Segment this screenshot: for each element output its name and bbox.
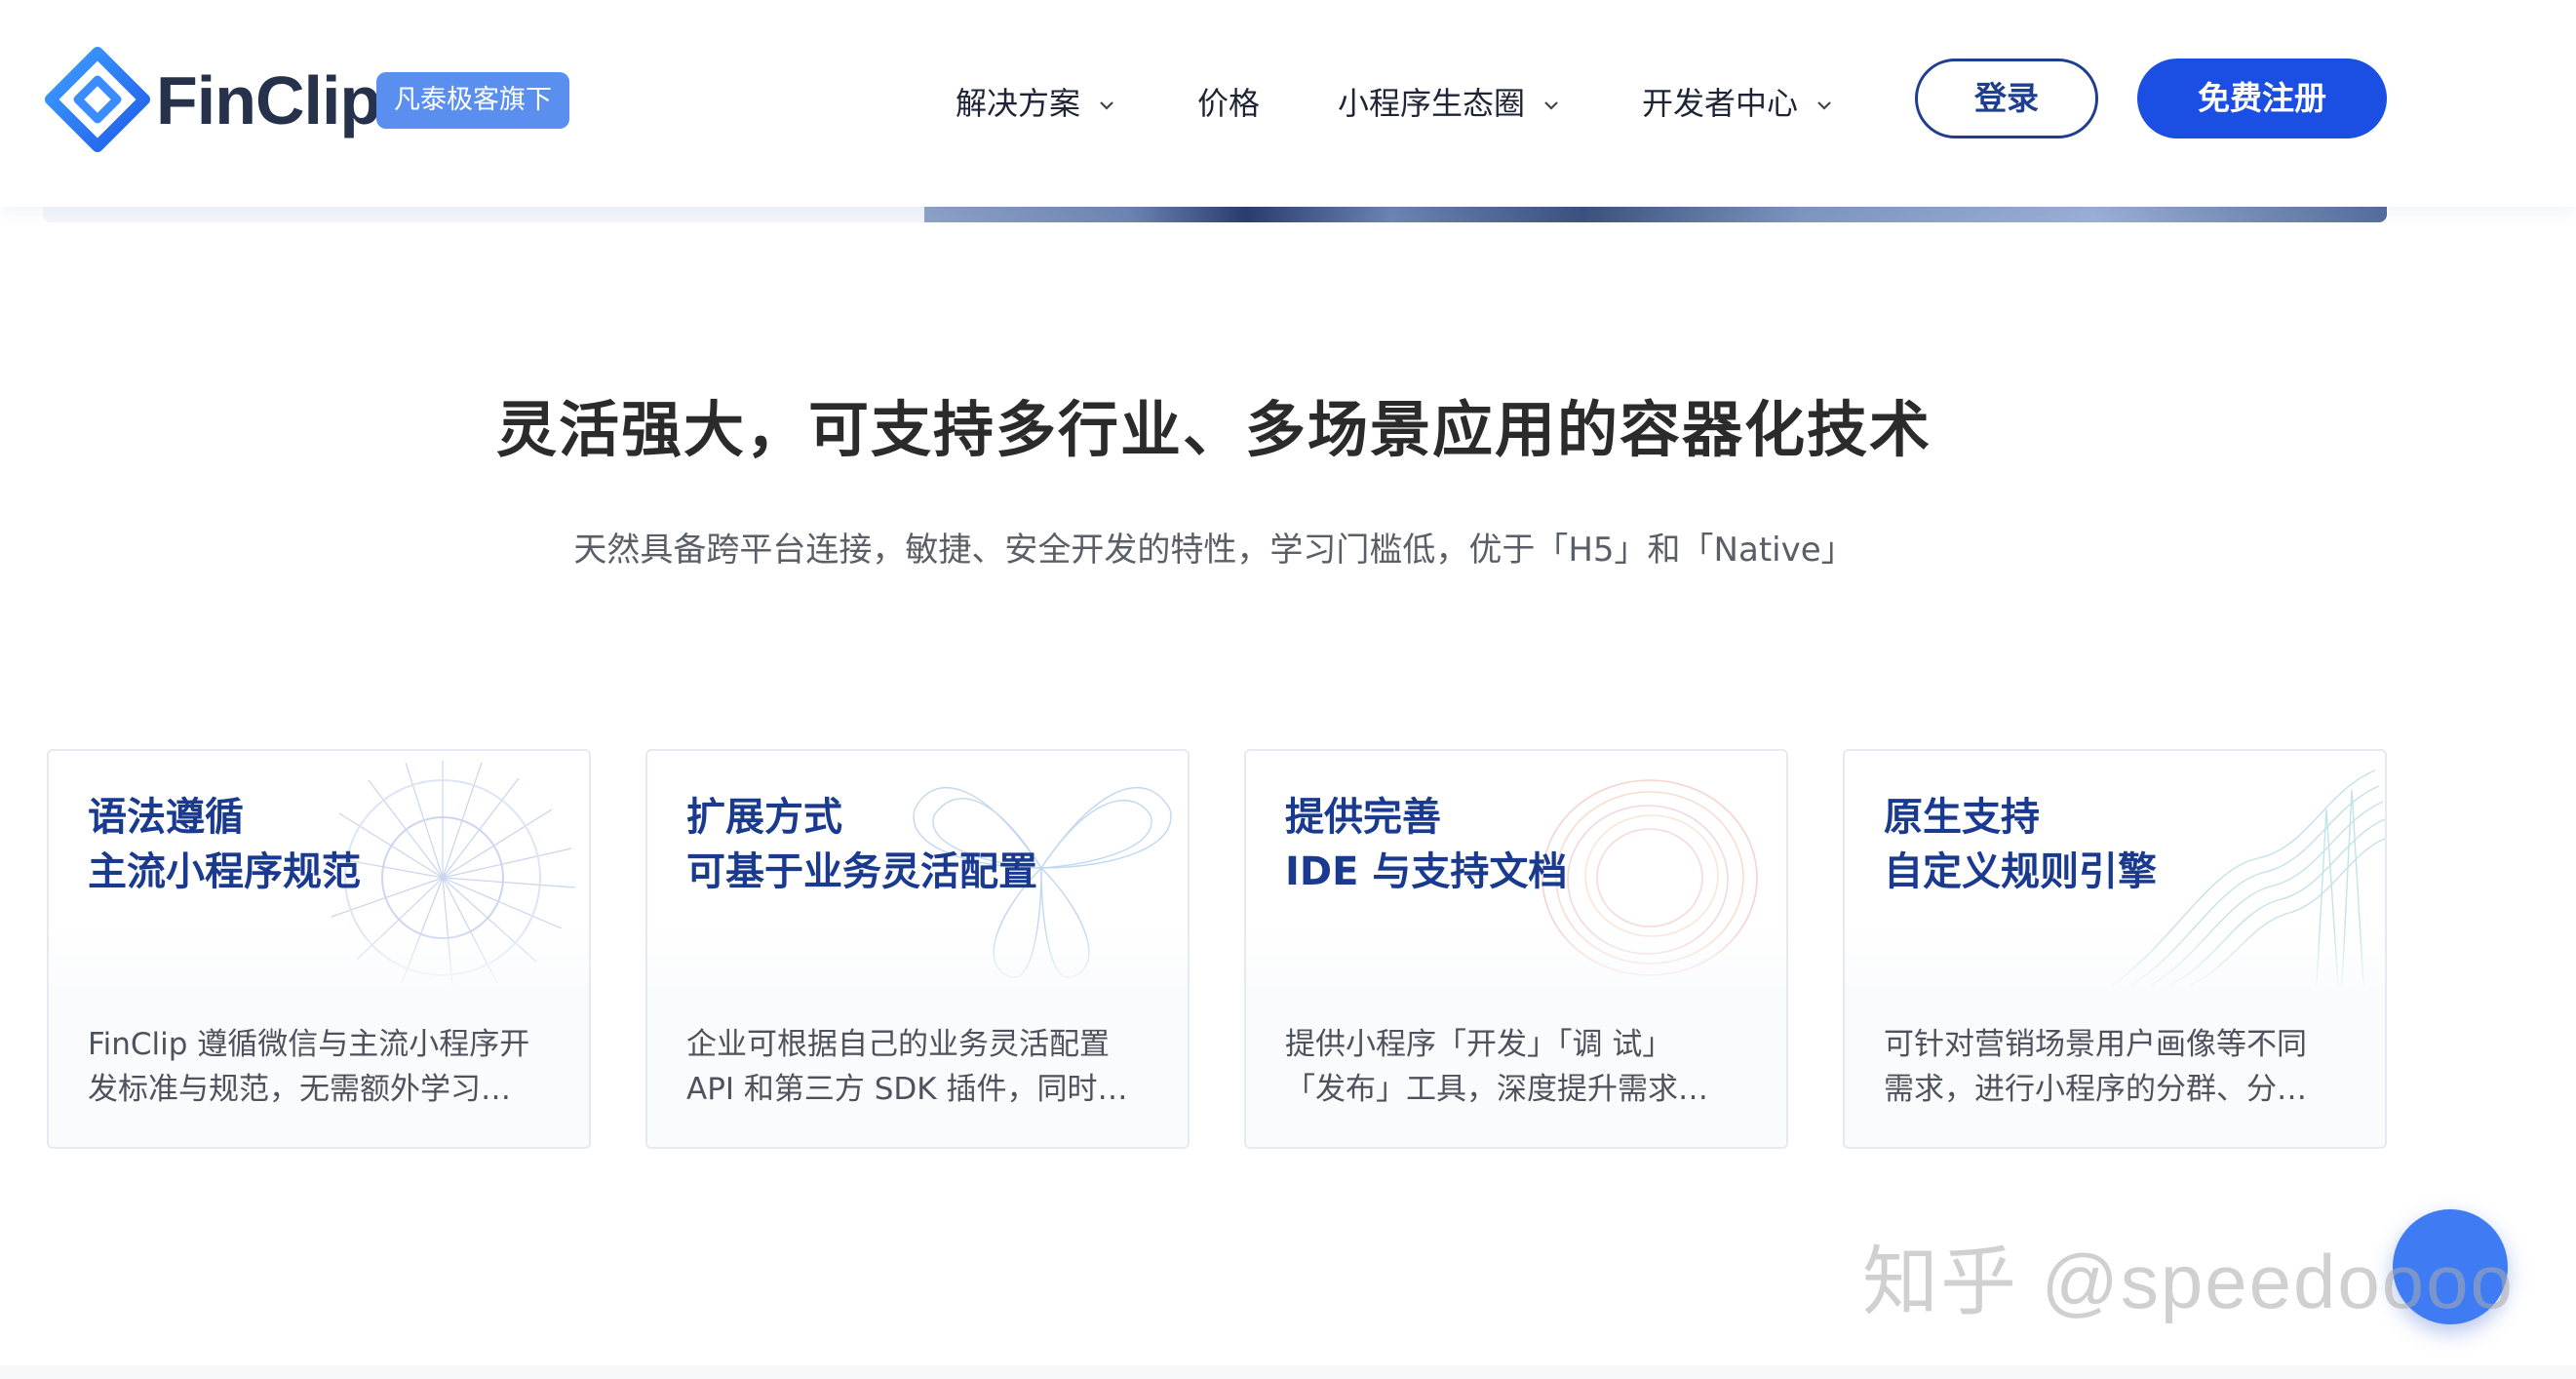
card-title: 提供完善 IDE 与支持文档: [1285, 790, 1567, 899]
chevron-down-icon: [1544, 101, 1558, 110]
feature-card-extension[interactable]: 扩展方式 可基于业务灵活配置 企业可根据自己的业务灵活配置 API 和第三方 S…: [645, 749, 1190, 1149]
card-desc-line: FinClip 遵循微信与主流小程序开: [88, 1027, 530, 1062]
card-description: 提供小程序「开发」「调 试」 「发布」工具，深度提升需求…: [1285, 1022, 1753, 1112]
finclip-logo-icon[interactable]: [45, 47, 150, 152]
card-desc-line: API 和第三方 SDK 插件，同时…: [686, 1072, 1128, 1107]
card-desc-line: 发标准与规范，无需额外学习…: [88, 1072, 511, 1107]
card-title-line: 原生支持: [1884, 795, 2040, 840]
nav-item-label: 小程序生态圈: [1338, 85, 1526, 122]
card-title-line: 扩展方式: [686, 795, 842, 840]
card-title: 扩展方式 可基于业务灵活配置: [686, 790, 1037, 899]
nav-item-label: 价格: [1197, 85, 1261, 122]
feature-card-rule-engine[interactable]: 原生支持 自定义规则引擎 可针对营销场景用户画像等不同 需求，进行小程序的分群、…: [1843, 749, 2387, 1149]
card-title: 原生支持 自定义规则引擎: [1884, 790, 2157, 899]
card-title-line: 可基于业务灵活配置: [686, 849, 1037, 894]
card-desc-line: 提供小程序「开发」「调 试」: [1285, 1027, 1673, 1062]
chevron-down-icon: [1817, 101, 1831, 110]
zhihu-watermark: 知乎 @speedoooo: [1862, 1239, 2515, 1324]
section-subtitle: 天然具备跨平台连接，敏捷、安全开发的特性，学习门槛低，优于「H5」和「Nativ…: [573, 531, 1854, 570]
nav-item-label: 解决方案: [956, 85, 1081, 122]
card-title-line: 语法遵循: [88, 795, 244, 840]
card-title-line: 主流小程序规范: [88, 849, 361, 894]
card-desc-line: 「发布」工具，深度提升需求…: [1285, 1072, 1708, 1107]
brand-name[interactable]: FinClip: [156, 57, 381, 144]
card-title-line: 提供完善: [1285, 795, 1441, 840]
nav-item-label: 开发者中心: [1642, 85, 1799, 122]
card-title-line: IDE 与支持文档: [1285, 849, 1568, 894]
signup-button[interactable]: 免费注册: [2137, 59, 2387, 138]
brand-tag-badge: 凡泰极客旗下: [376, 72, 569, 129]
chevron-down-icon: [1100, 101, 1113, 110]
nav-item-solutions[interactable]: 解决方案: [956, 74, 1119, 133]
card-desc-line: 企业可根据自己的业务灵活配置: [686, 1027, 1110, 1062]
nav-item-developer-center[interactable]: 开发者中心: [1642, 74, 1837, 133]
next-section-edge: [0, 1365, 2576, 1379]
card-title: 语法遵循 主流小程序规范: [88, 790, 361, 899]
section-title: 灵活强大，可支持多行业、多场景应用的容器化技术: [495, 394, 1932, 465]
login-button[interactable]: 登录: [1915, 59, 2098, 138]
card-title-line: 自定义规则引擎: [1884, 849, 2157, 894]
top-navbar: FinClip 凡泰极客旗下 解决方案 价格 小程序生态圈 开发者中心 登录 免…: [0, 0, 2576, 207]
card-desc-line: 可针对营销场景用户画像等不同: [1884, 1027, 2307, 1062]
card-description: 企业可根据自己的业务灵活配置 API 和第三方 SDK 插件，同时…: [686, 1022, 1154, 1112]
nav-item-pricing[interactable]: 价格: [1197, 74, 1260, 133]
card-description: FinClip 遵循微信与主流小程序开 发标准与规范，无需额外学习…: [88, 1022, 556, 1112]
feature-card-syntax[interactable]: 语法遵循 主流小程序规范 FinClip 遵循微信与主流小程序开 发标准与规范，…: [47, 749, 591, 1149]
card-desc-line: 需求，进行小程序的分群、分…: [1884, 1072, 2307, 1107]
card-description: 可针对营销场景用户画像等不同 需求，进行小程序的分群、分…: [1884, 1022, 2352, 1112]
nav-item-ecosystem[interactable]: 小程序生态圈: [1338, 74, 1564, 133]
feature-card-ide[interactable]: 提供完善 IDE 与支持文档 提供小程序「开发」「调 试」 「发布」工具，深度提…: [1244, 749, 1788, 1149]
